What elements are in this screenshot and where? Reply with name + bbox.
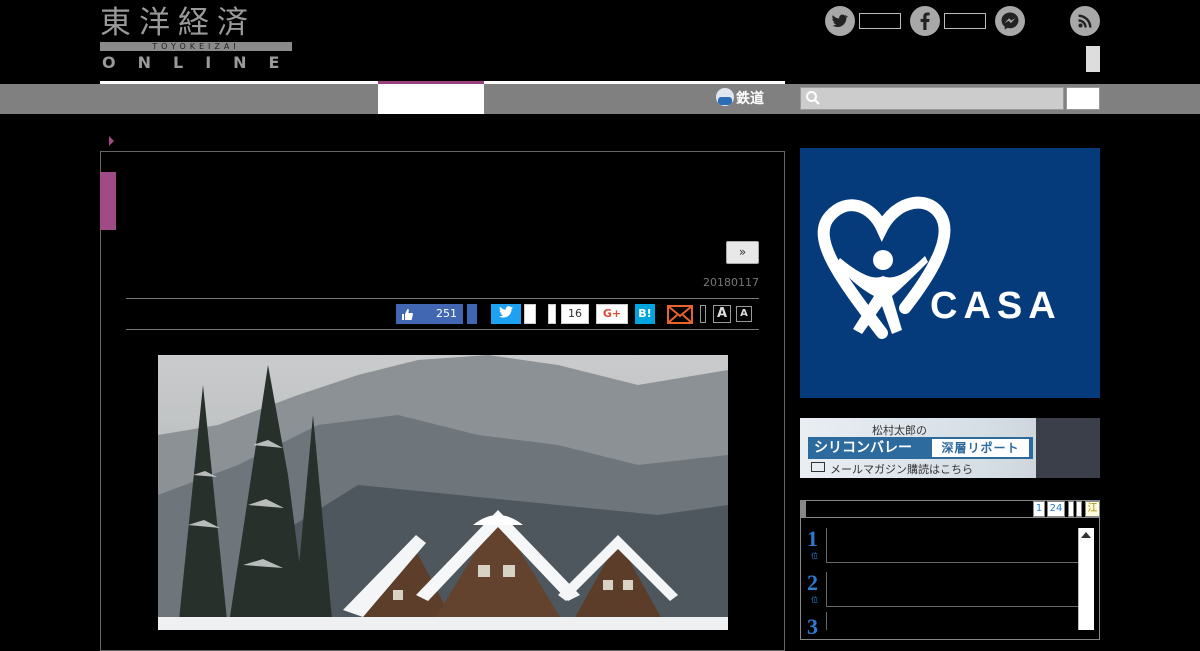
ranking-scrollbar[interactable] bbox=[1078, 528, 1094, 630]
nav-tab-active[interactable] bbox=[378, 81, 484, 114]
ranking-tab-3[interactable] bbox=[1068, 501, 1074, 517]
train-icon bbox=[716, 88, 734, 106]
share-separator bbox=[700, 305, 706, 323]
casa-registered-mark: ® bbox=[908, 291, 918, 302]
rank-number: 1 bbox=[807, 526, 818, 551]
messenger-icon[interactable] bbox=[995, 6, 1025, 36]
facebook-like-button[interactable]: 251 bbox=[396, 304, 463, 324]
rank-suffix: 位 bbox=[811, 596, 818, 604]
rank-number: 3 bbox=[807, 614, 818, 639]
font-size-large-button[interactable]: A bbox=[713, 305, 731, 323]
header-menu-button[interactable] bbox=[1086, 46, 1100, 72]
rank-suffix: 位 bbox=[811, 552, 818, 560]
next-page-button[interactable]: » bbox=[726, 241, 759, 264]
search-icon bbox=[805, 90, 821, 106]
breadcrumb-arrow-icon bbox=[109, 136, 114, 146]
article-date: 20180117 bbox=[703, 276, 759, 289]
ranking-tab-24[interactable]: 24 bbox=[1047, 501, 1065, 517]
google-plus-button[interactable]: G+ bbox=[596, 304, 628, 324]
hatena-bookmark-button[interactable]: B! bbox=[635, 304, 655, 324]
rank-row-line bbox=[826, 562, 1078, 563]
newsletter-cta: メールマガジン購読はこちら bbox=[830, 463, 973, 476]
author-photo bbox=[1036, 418, 1100, 478]
rank-row-line bbox=[826, 606, 1078, 607]
rank-divider bbox=[826, 528, 827, 562]
ranking-header-mark bbox=[800, 500, 806, 518]
ranking-header-line bbox=[806, 517, 1100, 518]
search-input[interactable] bbox=[800, 87, 1064, 110]
newsletter-subtitle: 深層リポート bbox=[932, 439, 1029, 457]
newsletter-author: 松村太郎の bbox=[872, 424, 927, 437]
like-count: 251 bbox=[436, 307, 457, 320]
share-divider-bottom bbox=[126, 329, 759, 330]
twitter-icon[interactable] bbox=[825, 6, 855, 36]
tweet-button[interactable] bbox=[491, 304, 521, 324]
hatena-count-arrow bbox=[548, 304, 556, 324]
hatena-count: 16 bbox=[561, 304, 589, 324]
mail-icon[interactable] bbox=[667, 305, 693, 324]
rank-divider bbox=[826, 612, 827, 630]
twitter-count-box bbox=[859, 13, 901, 29]
logo-sub: TOYOKEIZAI bbox=[152, 42, 240, 51]
ranking-tab-5[interactable]: 江 bbox=[1085, 501, 1100, 517]
facebook-share-button[interactable] bbox=[467, 304, 477, 324]
logo-online: ONLINE bbox=[102, 53, 302, 72]
casa-ad-banner[interactable] bbox=[800, 148, 1100, 398]
thumbs-up-icon bbox=[401, 307, 413, 327]
ranking-tab-4[interactable] bbox=[1076, 501, 1082, 517]
newsletter-ad-banner[interactable]: 松村太郎の シリコンバレー 深層リポート メールマガジン購読はこちら bbox=[800, 418, 1100, 478]
rss-icon[interactable] bbox=[1070, 6, 1100, 36]
tweet-count-box bbox=[524, 304, 536, 324]
nav-item-tetsudo-label: 鉄道 bbox=[736, 91, 764, 107]
rank-number: 2 bbox=[807, 570, 818, 595]
font-size-small-button[interactable]: A bbox=[736, 306, 752, 322]
article-photo bbox=[158, 355, 728, 630]
title-accent-bar bbox=[100, 172, 116, 230]
scroll-up-icon[interactable] bbox=[1081, 532, 1091, 538]
ranking-panel bbox=[800, 500, 1100, 640]
nav-item-tetsudo[interactable]: 鉄道 bbox=[716, 88, 764, 110]
ranking-tab-1[interactable]: 1 bbox=[1033, 501, 1045, 517]
logo-kanji: 東洋経済 bbox=[100, 5, 256, 41]
rank-divider bbox=[826, 572, 827, 606]
facebook-icon[interactable] bbox=[910, 6, 940, 36]
envelope-icon bbox=[811, 462, 825, 472]
casa-logo-text: CASA bbox=[930, 285, 1062, 327]
site-logo[interactable]: 東洋経済 TOYOKEIZAI ONLINE bbox=[100, 5, 294, 71]
share-divider-top bbox=[126, 298, 759, 299]
facebook-count-box bbox=[944, 13, 986, 29]
search-button[interactable] bbox=[1066, 87, 1100, 110]
